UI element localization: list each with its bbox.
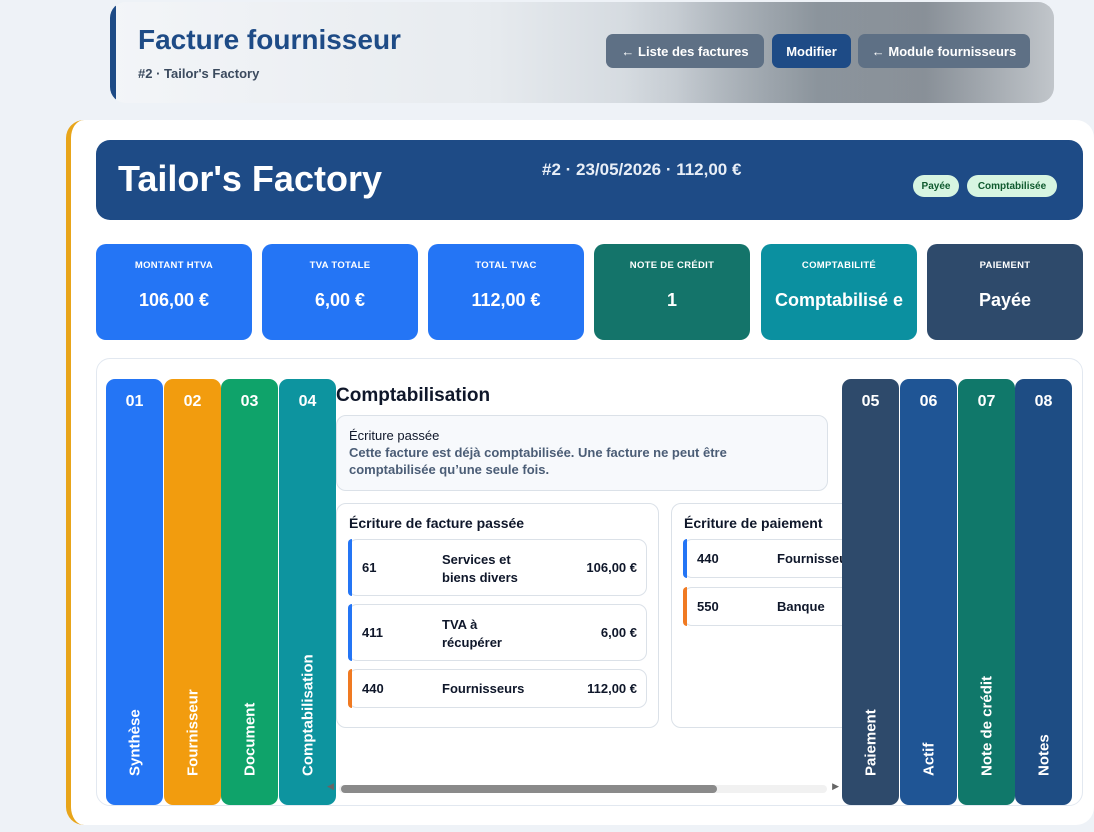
supplier-name: Tailor's Factory (118, 158, 382, 199)
payment-entry-heading: Écriture de paiement (684, 515, 823, 531)
tab-label: Paiement (862, 709, 879, 776)
tab-label: Comptabilisation (299, 654, 316, 776)
paid-badge: Payée (913, 175, 959, 197)
line-label: TVA à récupérer (442, 617, 502, 650)
invoice-meta: #2 · 23/05/2026 · 112,00 € (542, 160, 742, 179)
notice-text: Cette facture est déjà comptabilisée. Un… (349, 445, 727, 477)
page-subtitle: #2 · Tailor's Factory (138, 66, 260, 81)
section-title: Comptabilisation (336, 385, 491, 406)
kpi-credit-note: NOTE DE CRÉDIT 1 (594, 244, 750, 340)
line-accent (348, 539, 352, 596)
kpi-accounting: COMPTABILITÉ Comptabilisé e (761, 244, 917, 340)
line-accent (348, 669, 352, 708)
kpi-label: NOTE DE CRÉDIT (629, 260, 715, 271)
kpi-value: 106,00 € (138, 290, 210, 310)
invoice-entry-box: Écriture de facture passée 61 Services e… (336, 503, 659, 728)
tab-label: Note de crédit (978, 675, 995, 776)
supplier-banner: Tailor's Factory #2 · 23/05/2026 · 112,0… (96, 140, 1083, 220)
notice-heading: Écriture passée (349, 428, 440, 443)
line-accent (348, 604, 352, 661)
tab-label: Document (241, 702, 258, 776)
kpi-label: MONTANT HTVA (134, 260, 214, 271)
scroll-left-icon[interactable]: ◀ (327, 781, 334, 792)
horizontal-scrollbar[interactable]: ◀ ▶ (327, 781, 839, 795)
entry-line: 440 Fournisseurs 112,00 € (348, 669, 647, 708)
line-amount: 6,00 € (600, 625, 637, 640)
kpi-total-vat: TVA TOTALE 6,00 € (262, 244, 418, 340)
tab-number: 01 (125, 393, 144, 410)
tab-number: 02 (183, 393, 202, 410)
kpi-value: 1 (666, 290, 677, 310)
kpi-total-incl-vat: TOTAL TVAC 112,00 € (428, 244, 584, 340)
kpi-payment: PAIEMENT Payée (927, 244, 1083, 340)
kpi-label: TVA TOTALE (309, 260, 371, 271)
kpi-label: PAIEMENT (979, 260, 1031, 271)
kpi-label: COMPTABILITÉ (801, 260, 877, 271)
accounted-badge: Comptabilisée (967, 175, 1057, 197)
tab-credit-note[interactable]: 07 Note de crédit (958, 379, 1015, 805)
line-account: 440 (697, 551, 719, 566)
line-label: Fournisseurs (777, 551, 842, 566)
tab-synthesis[interactable]: 01 Synthèse (106, 379, 163, 805)
tab-number: 04 (298, 393, 317, 410)
page-title: Facture fournisseur (138, 24, 401, 55)
payment-entry-box: Écriture de paiement 440 Fournisseurs 55… (671, 503, 842, 728)
posted-entry-notice: Écriture passée Cette facture est déjà c… (336, 415, 828, 491)
edit-button[interactable]: Modifier (772, 34, 851, 68)
tab-document[interactable]: 03 Document (221, 379, 278, 805)
kpi-amount-excl-vat: MONTANT HTVA 106,00 € (96, 244, 252, 340)
line-account: 550 (697, 599, 719, 614)
tab-label: Fournisseur (184, 689, 201, 776)
tab-number: 05 (861, 393, 880, 410)
invoice-card: Tailor's Factory #2 · 23/05/2026 · 112,0… (66, 120, 1094, 825)
tab-accounting[interactable]: 04 Comptabilisation (279, 379, 336, 805)
tab-number: 07 (977, 393, 996, 410)
line-amount: 112,00 € (587, 681, 637, 696)
tab-payment[interactable]: 05 Paiement (842, 379, 899, 805)
scroll-right-icon[interactable]: ▶ (832, 781, 839, 792)
line-accent (683, 587, 687, 626)
tab-supplier[interactable]: 02 Fournisseur (164, 379, 221, 805)
line-account: 440 (362, 681, 384, 696)
tab-number: 03 (240, 393, 259, 410)
line-label: Banque (777, 599, 825, 614)
tab-asset[interactable]: 06 Actif (900, 379, 957, 805)
scroll-thumb[interactable] (341, 785, 717, 793)
kpi-value: Comptabilisé e (774, 290, 904, 310)
kpi-value: 6,00 € (314, 290, 366, 310)
tab-label: Notes (1035, 734, 1052, 776)
kpi-value: Payée (978, 290, 1032, 310)
header-accent (110, 2, 116, 103)
invoice-entry-heading: Écriture de facture passée (349, 515, 525, 531)
suppliers-module-button[interactable]: ← Module fournisseurs (858, 34, 1030, 68)
entry-line: 550 Banque (683, 587, 842, 626)
kpi-value: 112,00 € (471, 290, 541, 310)
kpi-label: TOTAL TVAC (475, 260, 537, 271)
line-account: 411 (362, 625, 383, 640)
tabs-panel: 01 Synthèse 02 Fournisseur 03 Document 0… (96, 358, 1083, 806)
line-label: Services et biens divers (442, 552, 518, 585)
page-header: Facture fournisseur #2 · Tailor's Factor… (110, 2, 1054, 103)
entry-line: 411 TVA à récupérer 6,00 € (348, 604, 647, 661)
tab-number: 08 (1034, 393, 1053, 410)
tab-notes[interactable]: 08 Notes (1015, 379, 1072, 805)
line-label: Fournisseurs (442, 681, 525, 696)
accounting-content: Comptabilisation Écriture passée Cette f… (336, 379, 842, 805)
tab-label: Synthèse (126, 709, 143, 776)
invoices-list-button[interactable]: ← Liste des factures (606, 34, 764, 68)
line-amount: 106,00 € (586, 560, 637, 575)
line-account: 61 (362, 560, 377, 575)
entry-line: 61 Services et biens divers 106,00 € (348, 539, 647, 596)
line-accent (683, 539, 687, 578)
tab-label: Actif (920, 742, 937, 776)
entry-line: 440 Fournisseurs (683, 539, 842, 578)
tab-number: 06 (919, 393, 938, 410)
